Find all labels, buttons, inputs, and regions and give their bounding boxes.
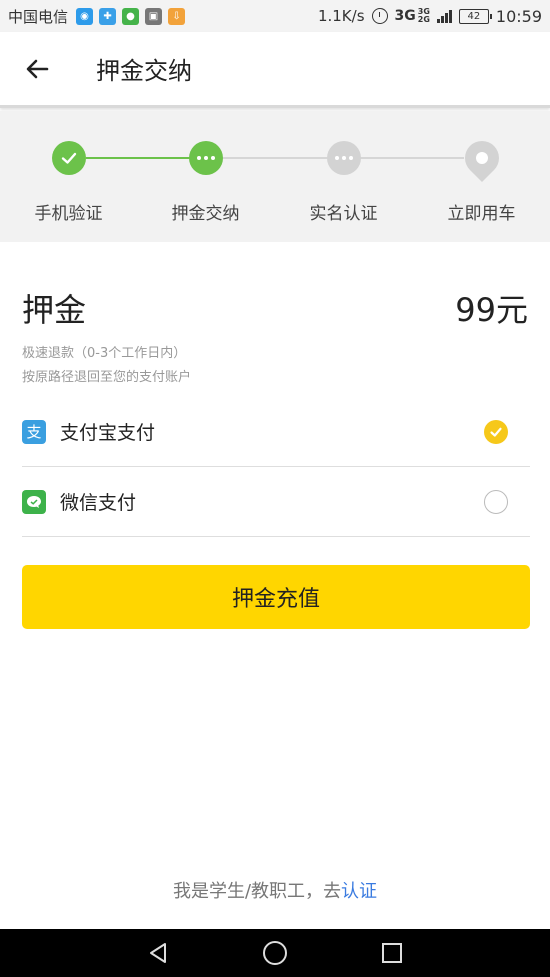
wechat-pay-icon bbox=[22, 489, 46, 514]
battery-icon: 42 bbox=[458, 8, 492, 24]
student-verify-row: 我是学生/教职工，去认证 bbox=[0, 877, 550, 903]
student-verify-text: 我是学生/教职工，去 bbox=[172, 881, 342, 902]
gallery-notification-icon: ▣ bbox=[145, 7, 163, 25]
carrier-name: 中国电信 bbox=[8, 7, 69, 26]
location-notification-icon: ◉ bbox=[76, 7, 94, 25]
deposit-recharge-button[interactable]: 押金充值 bbox=[22, 565, 530, 629]
alarm-icon bbox=[371, 8, 388, 24]
app-bar: 押金交纳 bbox=[0, 32, 550, 108]
triangle-back-icon bbox=[150, 943, 167, 963]
alipay-icon: 支 bbox=[22, 419, 46, 444]
payment-option-alipay[interactable]: 支 支付宝支付 bbox=[22, 397, 530, 467]
radio-selected-icon[interactable] bbox=[484, 419, 508, 444]
step-ride-now: 立即用车 bbox=[413, 111, 550, 224]
square-recents-icon bbox=[381, 943, 402, 963]
step-real-name: 实名认证 bbox=[275, 111, 412, 224]
battery-level: 42 bbox=[467, 10, 481, 22]
refund-speed-note: 极速退款（0-3个工作日内） bbox=[22, 346, 187, 361]
step-label: 手机验证 bbox=[34, 204, 103, 224]
nav-back-button[interactable] bbox=[138, 933, 178, 973]
check-icon bbox=[51, 141, 86, 175]
app-notification-icon: ✚ bbox=[99, 7, 117, 25]
step-label: 立即用车 bbox=[447, 204, 516, 224]
deposit-amount: 99元 bbox=[455, 291, 528, 329]
circle-home-icon bbox=[262, 941, 287, 965]
radio-unselected-icon[interactable] bbox=[484, 489, 508, 514]
payment-option-label: 微信支付 bbox=[60, 492, 137, 514]
status-bar: 中国电信 ◉ ✚ ● ▣ ⇩ 1.1K/s 3G 3G 2G 42 10:59 bbox=[0, 0, 550, 32]
deposit-title: 押金 bbox=[22, 291, 87, 329]
map-pin-icon bbox=[457, 133, 506, 183]
nav-recents-button[interactable] bbox=[372, 933, 412, 973]
more-dots-icon bbox=[188, 141, 223, 175]
page-title: 押金交纳 bbox=[96, 57, 192, 85]
step-label: 实名认证 bbox=[309, 204, 378, 224]
wechat-notification-icon: ● bbox=[122, 7, 140, 25]
clock: 10:59 bbox=[495, 6, 542, 26]
download-notification-icon: ⇩ bbox=[168, 7, 186, 25]
signal-icon bbox=[436, 9, 452, 23]
net-speed: 1.1K/s bbox=[317, 7, 365, 25]
progress-stepper: 手机验证 押金交纳 实名认证 立即用车 bbox=[0, 111, 550, 242]
nav-home-button[interactable] bbox=[255, 933, 295, 973]
back-button[interactable] bbox=[0, 31, 74, 107]
step-deposit: 押金交纳 bbox=[137, 111, 274, 224]
step-phone-verify: 手机验证 bbox=[0, 111, 137, 224]
payment-option-label: 支付宝支付 bbox=[60, 422, 156, 444]
more-dots-icon bbox=[326, 141, 361, 175]
payment-option-wechat[interactable]: 微信支付 bbox=[22, 467, 530, 537]
step-label: 押金交纳 bbox=[171, 204, 240, 224]
system-nav-bar bbox=[0, 929, 550, 977]
arrow-back-icon bbox=[26, 59, 49, 78]
refund-path-note: 按原路径退回至您的支付账户 bbox=[22, 370, 192, 385]
verify-link[interactable]: 认证 bbox=[341, 881, 377, 902]
network-type: 3G 3G 2G bbox=[394, 7, 430, 25]
